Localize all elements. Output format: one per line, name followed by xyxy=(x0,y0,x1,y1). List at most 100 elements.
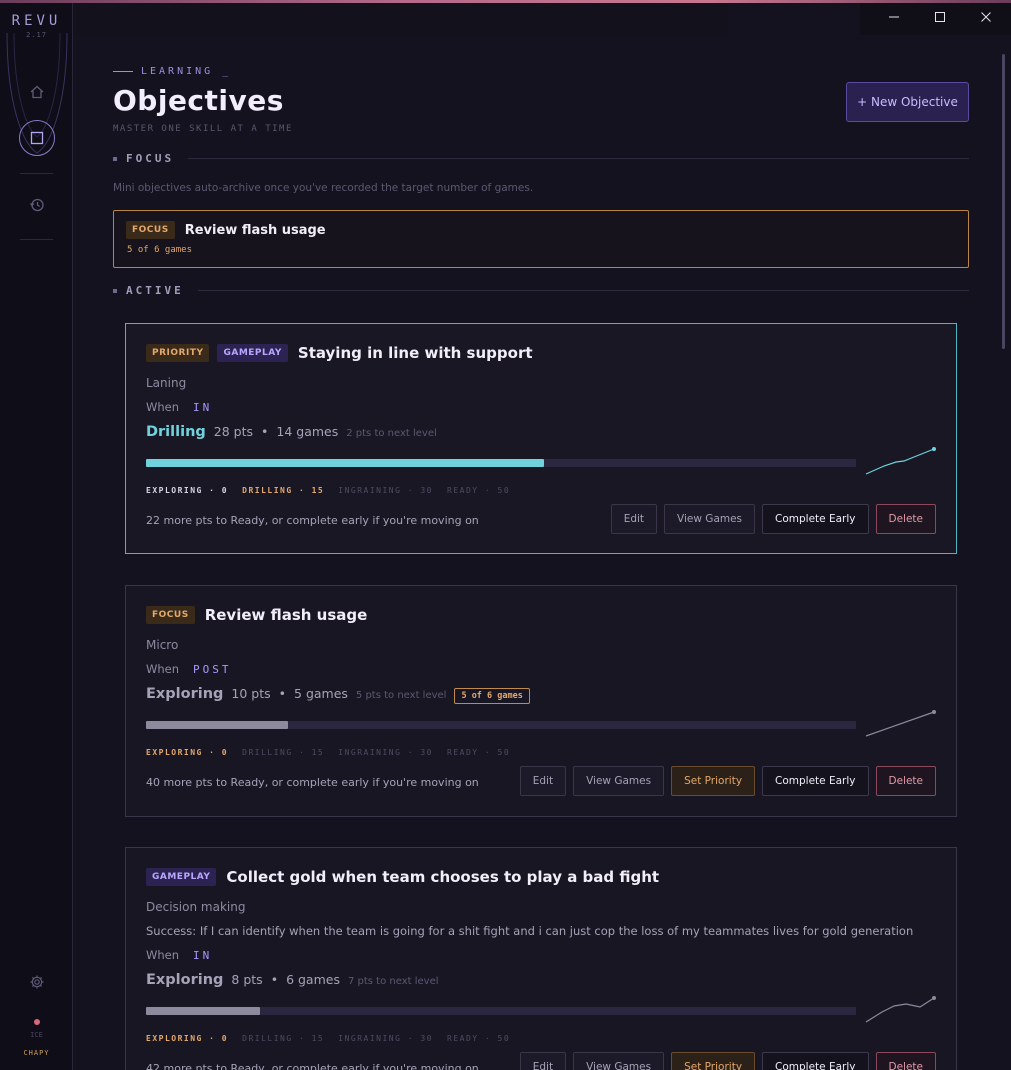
edit-button[interactable]: Edit xyxy=(610,504,658,534)
progress-sparkline xyxy=(865,996,936,1023)
level-exploring: EXPLORING · 0 xyxy=(146,486,229,495)
objective-card[interactable]: PRIORITY GAMEPLAY Staying in line with s… xyxy=(125,323,957,554)
view-games-button[interactable]: View Games xyxy=(664,504,756,534)
gameplay-badge: GAMEPLAY xyxy=(217,344,288,362)
history-icon xyxy=(29,198,44,212)
edit-button[interactable]: Edit xyxy=(519,1052,567,1070)
delete-button[interactable]: Delete xyxy=(875,766,936,796)
section-marker xyxy=(113,156,117,161)
progress-fill xyxy=(146,721,288,729)
delete-button[interactable]: Delete xyxy=(875,504,936,534)
set-priority-button[interactable]: Set Priority xyxy=(671,766,756,796)
focus-objective-title: Review flash usage xyxy=(184,222,326,238)
stage-name: Drilling xyxy=(146,424,206,440)
level-ready: READY · 50 xyxy=(447,1034,511,1043)
objective-stage: Exploring 8 pts • 6 games 7 pts to next … xyxy=(146,972,439,988)
remaining-text: 22 more pts to Ready, or complete early … xyxy=(146,514,479,527)
view-games-button[interactable]: View Games xyxy=(573,1052,665,1070)
card-actions: Edit View Games Complete Early Delete xyxy=(610,504,936,534)
user-name[interactable]: CHAPY xyxy=(0,1049,73,1057)
maximize-icon xyxy=(935,12,945,22)
status-dot xyxy=(34,1019,40,1025)
level-ingraining: INGRAINING · 30 xyxy=(338,1034,433,1043)
view-games-button[interactable]: View Games xyxy=(573,766,665,796)
nav-objectives[interactable] xyxy=(19,120,55,156)
complete-early-button[interactable]: Complete Early xyxy=(762,766,869,796)
objective-when: When POST xyxy=(146,662,232,676)
progress-bar xyxy=(146,721,856,729)
minimize-button[interactable] xyxy=(871,6,917,28)
nav-settings[interactable] xyxy=(22,967,52,997)
app-logo: REVU xyxy=(11,13,62,29)
objective-card[interactable]: GAMEPLAY Collect gold when team chooses … xyxy=(125,847,957,1070)
page-subtitle: MASTER ONE SKILL AT A TIME xyxy=(113,124,293,134)
edit-button[interactable]: Edit xyxy=(519,766,567,796)
active-section-header: ACTIVE xyxy=(113,284,969,297)
close-icon xyxy=(981,12,991,22)
card-actions: Edit View Games Set Priority Complete Ea… xyxy=(519,766,936,796)
progress-sparkline xyxy=(865,447,936,475)
level-exploring: EXPLORING · 0 xyxy=(146,1034,229,1043)
page-eyebrow: LEARNING _ xyxy=(113,66,231,77)
stage-separator: • xyxy=(261,424,269,439)
minimize-icon xyxy=(889,16,899,18)
focus-objective[interactable]: FOCUS Review flash usage 5 of 6 games xyxy=(113,210,969,268)
section-rule xyxy=(197,290,969,291)
stage-name: Exploring xyxy=(146,686,224,702)
level-drilling: DRILLING · 15 xyxy=(242,486,325,495)
level-ingraining: INGRAINING · 30 xyxy=(338,748,433,757)
delete-button[interactable]: Delete xyxy=(875,1052,936,1070)
user-role: ICE xyxy=(30,1031,43,1039)
level-drilling: DRILLING · 15 xyxy=(242,1034,325,1043)
stage-points: 28 pts xyxy=(213,424,254,439)
when-value: POST xyxy=(193,662,232,676)
complete-early-button[interactable]: Complete Early xyxy=(762,1052,869,1070)
close-button[interactable] xyxy=(963,6,1009,28)
stage-points: 8 pts xyxy=(231,972,263,987)
nav-home[interactable] xyxy=(22,77,52,107)
maximize-button[interactable] xyxy=(917,6,963,28)
objective-card[interactable]: FOCUS Review flash usage Micro When POST… xyxy=(125,585,957,817)
objective-when: When IN xyxy=(146,948,212,962)
sidebar: REVU 2.17 ICE CHAPY xyxy=(0,3,73,1070)
gear-icon xyxy=(30,975,44,989)
sidebar-divider xyxy=(20,239,53,240)
scrollbar-thumb[interactable] xyxy=(1002,54,1005,349)
square-icon xyxy=(30,131,44,145)
objective-stage: Exploring 10 pts • 5 games 5 pts to next… xyxy=(146,686,530,704)
level-exploring: EXPLORING · 0 xyxy=(146,748,229,757)
card-actions: Edit View Games Set Priority Complete Ea… xyxy=(519,1052,936,1070)
section-marker xyxy=(113,288,117,293)
level-track: EXPLORING · 0 DRILLING · 15 INGRAINING ·… xyxy=(146,1034,510,1043)
nav-history[interactable] xyxy=(22,190,52,220)
objective-title: Collect gold when team chooses to play a… xyxy=(226,868,660,886)
stage-next: 7 pts to next level xyxy=(347,976,439,987)
set-priority-button[interactable]: Set Priority xyxy=(671,1052,756,1070)
remaining-text: 40 more pts to Ready, or complete early … xyxy=(146,776,479,789)
stage-name: Exploring xyxy=(146,972,224,988)
progress-fill xyxy=(146,1007,260,1015)
objective-stage: Drilling 28 pts • 14 games 2 pts to next… xyxy=(146,424,437,440)
progress-fill xyxy=(146,459,544,467)
objective-success: Success: If I can identify when the team… xyxy=(146,924,914,938)
objective-title: Review flash usage xyxy=(204,606,368,624)
level-drilling: DRILLING · 15 xyxy=(242,748,325,757)
page-title: Objectives xyxy=(113,84,284,117)
remaining-text: 42 more pts to Ready, or complete early … xyxy=(146,1062,479,1070)
when-value: IN xyxy=(193,400,213,414)
progress-bar xyxy=(146,459,856,467)
objective-category: Decision making xyxy=(146,900,246,914)
focus-hint: Mini objectives auto-archive once you've… xyxy=(113,182,534,194)
stage-next: 2 pts to next level xyxy=(346,428,437,439)
stage-points: 10 pts xyxy=(231,686,271,701)
focus-objective-games: 5 of 6 games xyxy=(127,245,193,255)
complete-early-button[interactable]: Complete Early xyxy=(762,504,869,534)
eyebrow-text: LEARNING _ xyxy=(141,66,232,77)
section-rule xyxy=(188,158,969,159)
new-objective-button[interactable]: + New Objective xyxy=(846,82,969,122)
section-label: ACTIVE xyxy=(126,284,184,297)
objective-category: Micro xyxy=(146,638,179,652)
progress-bar xyxy=(146,1007,856,1015)
eyebrow-line xyxy=(113,71,133,72)
focus-badge: FOCUS xyxy=(146,606,195,624)
